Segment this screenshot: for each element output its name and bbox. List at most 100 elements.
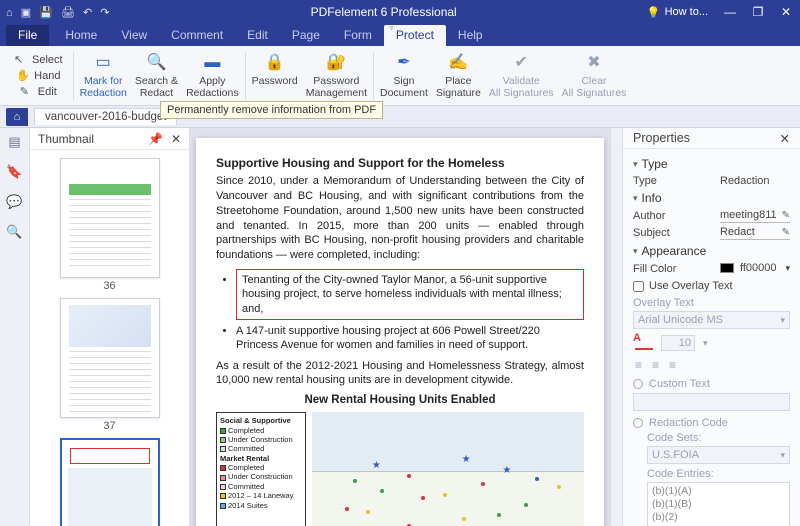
list-item[interactable]: (b)(1)(A)	[652, 485, 785, 498]
doc-bullet-2: A 147-unit supportive housing project at…	[236, 324, 584, 353]
code-sets-select[interactable]: U.S.FOIA▾	[647, 446, 790, 464]
restore-button[interactable]: ❐	[744, 5, 772, 19]
clear-all-signatures-button[interactable]: ✖ ClearAll Signatures	[558, 50, 631, 101]
list-item[interactable]: (b)(2)	[652, 511, 785, 524]
custom-text-label: Custom Text	[649, 378, 710, 390]
doc-paragraph-2: As a result of the 2012-2021 Housing and…	[216, 359, 584, 389]
menu-bar: ▼ File Home View Comment Edit Page Form …	[0, 24, 800, 46]
map-figure: Social & Supportive Completed Under Cons…	[216, 412, 584, 526]
properties-close-button[interactable]: ✕	[780, 131, 790, 146]
apply-redactions-button[interactable]: ▬ ApplyRedactions	[182, 50, 243, 101]
custom-text-input[interactable]	[633, 393, 790, 411]
qat-open-icon[interactable]: ▣	[21, 7, 31, 19]
password-button[interactable]: 🔒 Password	[248, 50, 302, 101]
properties-panel: Properties ✕ ▾Type TypeRedaction ▾Info A…	[622, 128, 800, 526]
fill-color-field[interactable]: ff00000 ▾	[720, 262, 790, 275]
document-view[interactable]: Supportive Housing and Support for the H…	[190, 128, 610, 526]
type-label: Type	[633, 175, 657, 187]
pin-icon[interactable]: 📌	[148, 132, 163, 146]
redaction-marked-text[interactable]: Tenanting of the City-owned Taylor Manor…	[236, 269, 584, 320]
overlay-font-select[interactable]: Arial Unicode MS▾	[633, 311, 790, 329]
qat-save-icon[interactable]: 💾	[39, 7, 53, 19]
apply-redactions-tooltip: Permanently remove information from PDF	[160, 101, 383, 119]
active-tab-indicator-icon: ▼	[387, 23, 396, 33]
lock-icon: 🔒	[264, 52, 286, 74]
caret-down-icon[interactable]: ▾	[633, 193, 638, 204]
caret-down-icon[interactable]: ▾	[633, 159, 638, 170]
bookmarks-icon[interactable]: 🔖	[6, 164, 22, 180]
tab-edit[interactable]: Edit	[235, 25, 280, 46]
thumbnails-icon[interactable]: ▤	[8, 134, 20, 150]
mark-for-redaction-button[interactable]: ▭ Mark forRedaction	[76, 50, 131, 101]
author-field[interactable]: meeting811✎	[720, 209, 790, 223]
map-legend: Social & Supportive Completed Under Cons…	[216, 412, 306, 526]
chevron-down-icon: ▾	[785, 263, 790, 274]
clear-icon: ✖	[583, 52, 605, 74]
chevron-down-icon: ▾	[703, 338, 708, 349]
search-redact-icon: 🔍	[145, 52, 167, 74]
document-page: Supportive Housing and Support for the H…	[196, 138, 604, 526]
thumbnail-panel: Thumbnail 📌 ✕ 36 37 38	[30, 128, 190, 526]
hand-tool[interactable]: ✋Hand	[14, 68, 62, 83]
password-management-button[interactable]: 🔐 PasswordManagement	[302, 50, 371, 101]
document-tab-bar: ⌂ vancouver-2016-budget	[0, 106, 800, 128]
redaction-code-radio[interactable]	[633, 418, 643, 428]
thumbnail-close-button[interactable]: ✕	[171, 132, 181, 146]
subject-field[interactable]: Redact✎	[720, 226, 790, 240]
tab-view[interactable]: View	[109, 25, 159, 46]
align-center-icon[interactable]: ≡	[652, 358, 659, 372]
align-right-icon[interactable]: ≡	[669, 358, 676, 372]
thumbnail-page-38[interactable]: 38	[60, 438, 160, 526]
caret-down-icon[interactable]: ▾	[633, 246, 638, 257]
quick-access-toolbar: ⌂ ▣ 💾 🖨 ↶ ↷	[0, 6, 120, 19]
tab-file[interactable]: File	[6, 25, 49, 46]
author-label: Author	[633, 210, 665, 222]
code-entries-label: Code Entries:	[647, 468, 790, 480]
minimize-button[interactable]: —	[716, 5, 744, 19]
place-signature-icon: ✍	[447, 52, 469, 74]
thumbnail-page-36[interactable]: 36	[60, 158, 160, 292]
search-redact-button[interactable]: 🔍 Search &Redact	[131, 50, 182, 101]
cursor-icon: ↖	[14, 53, 28, 66]
select-tool[interactable]: ↖Select	[12, 52, 65, 67]
code-sets-label: Code Sets:	[647, 432, 790, 444]
qat-print-icon[interactable]: 🖨	[61, 7, 75, 19]
properties-title: Properties	[633, 131, 690, 145]
use-overlay-text-checkbox[interactable]	[633, 281, 644, 292]
tab-home[interactable]: Home	[53, 25, 109, 46]
how-to-link[interactable]: 💡 How to...	[647, 6, 708, 19]
workspace: ▤ 🔖 💬 🔍 Thumbnail 📌 ✕ 36 37 38	[0, 128, 800, 526]
align-left-icon[interactable]: ≡	[635, 358, 642, 372]
title-bar: ⌂ ▣ 💾 🖨 ↶ ↷ PDFelement 6 Professional 💡 …	[0, 0, 800, 24]
document-tab[interactable]: vancouver-2016-budget	[34, 108, 177, 125]
code-entries-list[interactable]: (b)(1)(A) (b)(1)(B) (b)(2) (b)(3)(A)	[647, 482, 790, 526]
list-item[interactable]: (b)(1)(B)	[652, 498, 785, 511]
edit-icon: ✎	[782, 227, 790, 238]
custom-text-radio[interactable]	[633, 379, 643, 389]
doc-paragraph-1: Since 2010, under a Memorandum of Unders…	[216, 174, 584, 263]
qat-undo-icon[interactable]: ↶	[83, 7, 92, 19]
sign-document-button[interactable]: ✒ SignDocument	[376, 50, 432, 101]
lock-gear-icon: 🔐	[325, 52, 347, 74]
qat-redo-icon[interactable]: ↷	[100, 7, 109, 19]
tab-form[interactable]: Form	[332, 25, 384, 46]
comments-icon[interactable]: 💬	[6, 194, 22, 210]
close-button[interactable]: ✕	[772, 5, 800, 19]
pencil-icon: ✎	[20, 85, 34, 98]
thumbnail-panel-title: Thumbnail	[38, 132, 94, 146]
home-tab-button[interactable]: ⌂	[6, 108, 28, 126]
tab-help[interactable]: Help	[446, 25, 495, 46]
vertical-scrollbar[interactable]	[610, 128, 622, 526]
thumbnail-page-37[interactable]: 37	[60, 298, 160, 432]
lightbulb-icon: 💡	[647, 6, 661, 19]
place-signature-button[interactable]: ✍ PlaceSignature	[432, 50, 485, 101]
tab-comment[interactable]: Comment	[159, 25, 235, 46]
chevron-down-icon: ▾	[780, 450, 785, 461]
font-color-icon[interactable]: A	[633, 332, 641, 344]
fill-color-label: Fill Color	[633, 263, 676, 275]
tab-page[interactable]: Page	[280, 25, 332, 46]
font-size-input[interactable]: 10	[661, 335, 695, 351]
edit-tool[interactable]: ✎Edit	[18, 84, 59, 99]
validate-all-signatures-button[interactable]: ✔ ValidateAll Signatures	[485, 50, 558, 101]
search-icon[interactable]: 🔍	[6, 224, 22, 240]
